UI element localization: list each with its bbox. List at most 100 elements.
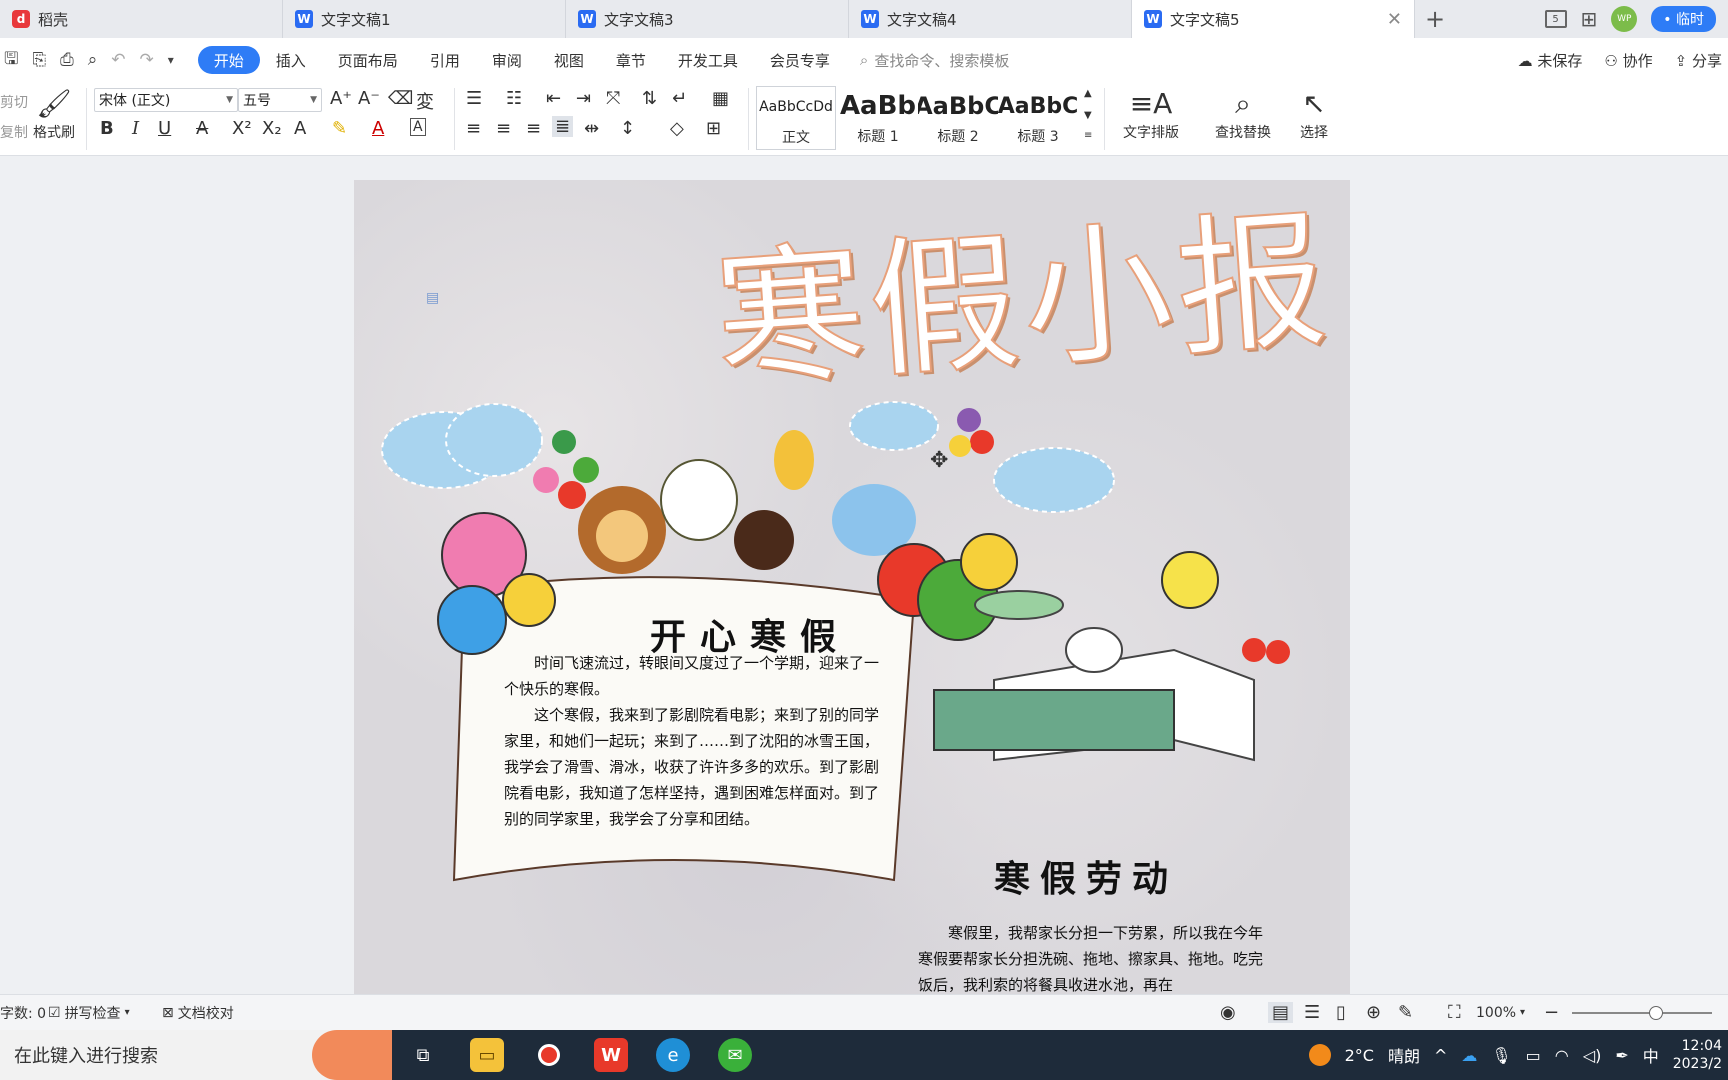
new-tab-button[interactable]: + bbox=[1415, 0, 1455, 38]
ime-indicator[interactable]: 中 bbox=[1643, 1043, 1659, 1067]
styles-scroll-up-icon[interactable]: ▲ bbox=[1084, 88, 1092, 99]
tab-doc4[interactable]: W 文字文稿4 bbox=[849, 0, 1132, 38]
style-heading-2[interactable]: AaBbC 标题 2 bbox=[918, 86, 998, 150]
format-painter-button[interactable]: 🖌 格式刷 bbox=[30, 86, 78, 142]
share-button[interactable]: ⇪ 分享 bbox=[1675, 50, 1722, 71]
save-icon[interactable]: 🖫 bbox=[4, 46, 18, 75]
temp-login-button[interactable]: • 临时 bbox=[1651, 6, 1716, 32]
command-search[interactable]: ⌕ 查找命令、搜索模板 bbox=[860, 50, 1009, 71]
decrease-indent-icon[interactable]: ⇤ bbox=[546, 88, 561, 109]
export-icon[interactable]: ⎘ bbox=[32, 50, 46, 70]
edge-icon[interactable]: e bbox=[656, 1038, 690, 1072]
menu-references[interactable]: 引用 bbox=[414, 46, 476, 74]
show-marks-icon[interactable]: ↵ bbox=[672, 88, 687, 109]
zoom-out-icon[interactable]: − bbox=[1544, 1002, 1559, 1023]
style-heading-1[interactable]: AaBb 标题 1 bbox=[838, 86, 918, 150]
find-replace-button[interactable]: ⌕ 查找替换 bbox=[1204, 86, 1282, 142]
zoom-slider-knob[interactable] bbox=[1649, 1006, 1663, 1020]
border-icon[interactable]: ⊞ bbox=[706, 118, 721, 139]
print-preview-icon[interactable]: ⌕ bbox=[88, 50, 98, 70]
align-center-icon[interactable]: ≡ bbox=[496, 118, 511, 139]
battery-icon[interactable]: ▭ bbox=[1526, 1046, 1541, 1065]
font-name-select[interactable]: 宋体 (正文) ▼ bbox=[94, 88, 238, 112]
line-spacing-icon[interactable]: ↕ bbox=[620, 118, 635, 139]
menu-developer[interactable]: 开发工具 bbox=[662, 46, 754, 74]
clear-format-icon[interactable]: ⌫ bbox=[388, 88, 413, 109]
task-view-icon[interactable]: ⧉ bbox=[406, 1038, 440, 1072]
text-effect-icon[interactable]: A bbox=[294, 118, 306, 139]
wechat-icon[interactable]: ✉ bbox=[718, 1038, 752, 1072]
collab-button[interactable]: ⚇ 协作 bbox=[1604, 50, 1652, 71]
copy-button[interactable]: 复制 bbox=[0, 122, 28, 142]
spell-check-button[interactable]: ☑ 拼写检查 ▾ bbox=[48, 1003, 130, 1023]
shading-icon[interactable]: ◇ bbox=[670, 118, 684, 139]
menu-review[interactable]: 审阅 bbox=[476, 46, 538, 74]
unsaved-button[interactable]: ☁ 未保存 bbox=[1518, 50, 1583, 71]
print-icon[interactable]: ⎙ bbox=[60, 50, 74, 70]
phonetic-icon[interactable]: 変 bbox=[416, 88, 434, 114]
underline-icon[interactable]: U bbox=[158, 118, 171, 139]
menu-page-layout[interactable]: 页面布局 bbox=[322, 46, 414, 74]
styles-scroll-down-icon[interactable]: ▼ bbox=[1084, 110, 1092, 121]
chevron-down-icon[interactable]: ▾ bbox=[168, 53, 174, 67]
outline-view-icon[interactable]: ☰ bbox=[1304, 1002, 1320, 1023]
sort-icon[interactable]: ⇅ bbox=[642, 88, 657, 109]
tab-doc5[interactable]: W 文字文稿5 ✕ bbox=[1132, 0, 1415, 38]
superscript-icon[interactable]: X² bbox=[232, 118, 252, 139]
style-heading-3[interactable]: AaBbC 标题 3 bbox=[998, 86, 1078, 150]
recorder-icon[interactable] bbox=[532, 1038, 566, 1072]
chevron-up-icon[interactable]: ^ bbox=[1434, 1046, 1447, 1065]
weather-temp[interactable]: 2°C bbox=[1345, 1046, 1374, 1065]
menu-section[interactable]: 章节 bbox=[600, 46, 662, 74]
table-icon[interactable]: ▦ bbox=[712, 88, 729, 109]
tab-doc3[interactable]: W 文字文稿3 bbox=[566, 0, 849, 38]
bold-icon[interactable]: B bbox=[100, 118, 114, 139]
page-view-icon[interactable]: ▤ bbox=[1268, 1002, 1294, 1023]
font-color-icon[interactable]: A bbox=[372, 118, 384, 139]
web-view-icon[interactable]: ⊕ bbox=[1366, 1002, 1381, 1023]
reading-view-icon[interactable]: ▯ bbox=[1336, 1002, 1346, 1023]
select-button[interactable]: ↖ 选择 bbox=[1290, 86, 1338, 142]
redo-icon[interactable]: ↷ bbox=[139, 50, 153, 70]
microphone-icon[interactable]: 🎙 bbox=[1491, 1046, 1511, 1065]
increase-indent-icon[interactable]: ⇥ bbox=[576, 88, 591, 109]
numbered-list-icon[interactable]: ☷ bbox=[506, 88, 522, 109]
document-workspace[interactable]: ▤ 寒假小报 开心寒假 时间飞速流过，转眼间又度过了一个学期，迎来了一个快乐的寒… bbox=[0, 156, 1728, 994]
file-explorer-icon[interactable]: ▭ bbox=[470, 1038, 504, 1072]
volume-icon[interactable]: ◁) bbox=[1583, 1046, 1602, 1065]
strikethrough-icon[interactable]: A bbox=[196, 118, 208, 139]
doc-check-button[interactable]: ⊠ 文档校对 bbox=[162, 1003, 234, 1023]
undo-icon[interactable]: ↶ bbox=[111, 50, 125, 70]
align-right-icon[interactable]: ≡ bbox=[526, 118, 541, 139]
zoom-level-select[interactable]: 100% ▾ bbox=[1476, 1005, 1525, 1021]
pen-icon[interactable]: ✎ bbox=[1398, 1002, 1413, 1023]
zoom-slider[interactable] bbox=[1572, 1006, 1712, 1020]
justify-icon[interactable]: ≣ bbox=[552, 116, 574, 137]
menu-insert[interactable]: 插入 bbox=[260, 46, 322, 74]
distributed-icon[interactable]: ⇹ bbox=[584, 118, 599, 139]
menu-home[interactable]: 开始 bbox=[197, 46, 260, 74]
increase-font-icon[interactable]: A⁺ bbox=[330, 88, 352, 109]
char-border-icon[interactable]: A bbox=[410, 118, 426, 136]
font-size-select[interactable]: 五号 ▼ bbox=[238, 88, 322, 112]
style-normal[interactable]: AaBbCcDd 正文 bbox=[756, 86, 836, 150]
word-count[interactable]: 字数: 0 bbox=[0, 1003, 46, 1023]
taskbar-search[interactable]: 在此键入进行搜索 bbox=[0, 1030, 392, 1080]
fit-page-icon[interactable]: ⛶ bbox=[1448, 1002, 1461, 1023]
chinese-layout-icon[interactable]: ⤧ bbox=[606, 88, 620, 109]
align-left-icon[interactable]: ≡ bbox=[466, 118, 481, 139]
menu-view[interactable]: 视图 bbox=[538, 46, 600, 74]
menu-member[interactable]: 会员专享 bbox=[754, 46, 846, 74]
eye-protect-icon[interactable]: ◉ bbox=[1220, 1002, 1236, 1023]
highlight-icon[interactable]: ✎ bbox=[332, 118, 347, 139]
cloud-icon[interactable]: ☁ bbox=[1461, 1046, 1477, 1065]
pen-tray-icon[interactable]: ✒ bbox=[1615, 1046, 1628, 1065]
close-tab-icon[interactable]: ✕ bbox=[1387, 9, 1402, 30]
window-count-icon[interactable]: 5 bbox=[1544, 10, 1567, 28]
text-layout-button[interactable]: ≡A 文字排版 bbox=[1112, 86, 1190, 142]
weather-desc[interactable]: 晴朗 bbox=[1388, 1043, 1420, 1067]
subscript-icon[interactable]: X₂ bbox=[262, 118, 282, 139]
tab-daoke[interactable]: d 稻壳 bbox=[0, 0, 283, 38]
italic-icon[interactable]: I bbox=[132, 118, 139, 139]
bullet-list-icon[interactable]: ☰ bbox=[466, 88, 482, 109]
